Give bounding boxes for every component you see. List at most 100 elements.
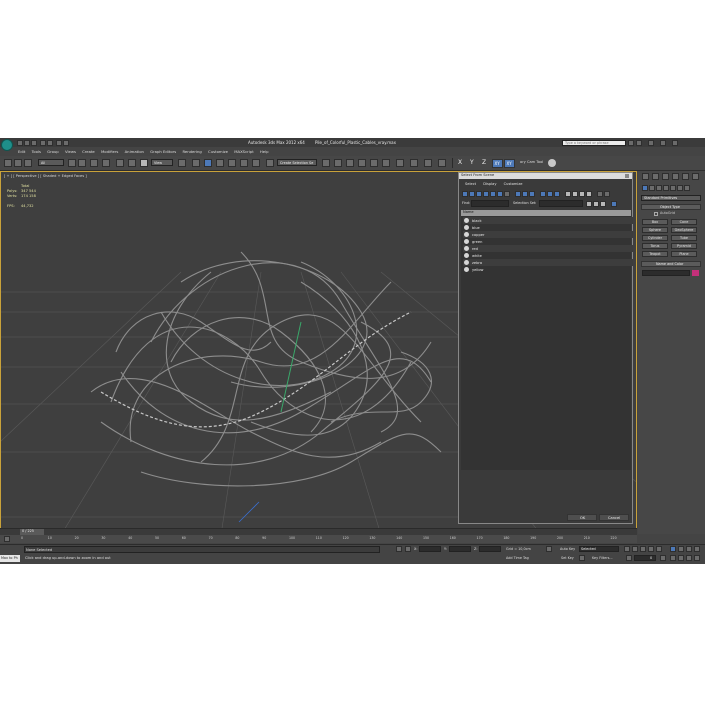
object-toggle[interactable]: [464, 253, 469, 258]
select-by-name-icon[interactable]: [78, 159, 86, 167]
filter-lights-icon[interactable]: [476, 191, 482, 197]
filter-options-icon[interactable]: [586, 191, 592, 197]
pivot-center-icon[interactable]: [178, 159, 186, 167]
filter-sort-icon[interactable]: [579, 191, 585, 197]
menu-modifiers[interactable]: Modifiers: [101, 149, 118, 154]
viewport-label[interactable]: [ + ] [ Perspective ] [ Shaded + Edged F…: [4, 174, 87, 179]
window-crossing-icon[interactable]: [102, 159, 110, 167]
track-bar[interactable]: 0 10 20 30 40 50 60 70 80 90 100 110 120 130 140 150 160…: [0, 535, 637, 543]
zoom-extents-icon[interactable]: [686, 546, 692, 552]
name-and-color-rollout[interactable]: Name and Color: [641, 261, 701, 267]
cameras-category-icon[interactable]: [663, 185, 669, 191]
helpers-category-icon[interactable]: [670, 185, 676, 191]
undo-icon[interactable]: [40, 139, 46, 146]
render-production-icon[interactable]: [438, 159, 446, 167]
y-coord-input[interactable]: [449, 546, 471, 552]
axis-xy-cycle-button[interactable]: XY: [504, 158, 515, 168]
axis-z-button[interactable]: Z: [482, 159, 486, 166]
cone-button[interactable]: Cone: [671, 219, 697, 225]
graphite-ribbon-icon[interactable]: [358, 159, 366, 167]
menu-graph-editors[interactable]: Graph Editors: [150, 149, 176, 154]
display-tab-icon[interactable]: [682, 173, 689, 180]
project-folder-icon[interactable]: [56, 139, 62, 146]
ok-button[interactable]: OK: [567, 514, 597, 521]
select-and-link-icon[interactable]: [4, 159, 12, 167]
edit-named-selection-icon[interactable]: [266, 159, 274, 167]
camera-tool-label[interactable]: ory Cam Tool: [520, 160, 543, 165]
lights-category-icon[interactable]: [656, 185, 662, 191]
list-item[interactable]: blue: [463, 224, 633, 231]
bind-space-warp-icon[interactable]: [24, 159, 32, 167]
open-file-icon[interactable]: [24, 139, 30, 146]
zoom-all-icon[interactable]: [678, 546, 684, 552]
object-toggle[interactable]: [464, 239, 469, 244]
rendered-frame-window-icon[interactable]: [424, 159, 432, 167]
create-tab-icon[interactable]: [642, 173, 649, 180]
keyboard-shortcut-override-icon[interactable]: [204, 159, 212, 167]
autogrid-checkbox[interactable]: [654, 212, 658, 216]
curve-editor-icon[interactable]: [370, 159, 378, 167]
object-name-input[interactable]: [642, 270, 690, 276]
layer-filter-select[interactable]: All: [38, 159, 64, 166]
menu-edit[interactable]: Edit: [18, 149, 25, 154]
zoom-icon[interactable]: [670, 546, 676, 552]
box-button[interactable]: Box: [642, 219, 668, 225]
pan-view-icon[interactable]: [678, 555, 684, 561]
filter-invert-icon[interactable]: [572, 191, 578, 197]
go-to-start-icon[interactable]: [624, 546, 630, 552]
dialog-close-icon[interactable]: [625, 174, 629, 178]
search-icon[interactable]: [628, 139, 634, 146]
axis-y-button[interactable]: Y: [470, 159, 474, 166]
spacewarps-category-icon[interactable]: [677, 185, 683, 191]
select-and-rotate-icon[interactable]: [128, 159, 136, 167]
selection-region-icon[interactable]: [90, 159, 98, 167]
cancel-button[interactable]: Cancel: [599, 514, 629, 521]
filter-geometry-icon[interactable]: [462, 191, 468, 197]
time-configuration-icon[interactable]: [660, 555, 666, 561]
angle-snap-icon[interactable]: [228, 159, 236, 167]
maxscript-listener[interactable]: Max to Ph: [0, 555, 20, 562]
new-file-icon[interactable]: [17, 139, 23, 146]
select-and-scale-icon[interactable]: [140, 159, 148, 167]
hierarchy-tab-icon[interactable]: [662, 173, 669, 180]
select-manipulate-icon[interactable]: [192, 159, 200, 167]
object-type-rollout[interactable]: Object Type: [641, 204, 701, 210]
filter-funnel-icon[interactable]: [597, 191, 603, 197]
select-dependents-icon[interactable]: [593, 200, 599, 207]
help-icon[interactable]: [636, 139, 642, 146]
zoom-extents-all-icon[interactable]: [694, 546, 700, 552]
menu-animation[interactable]: Animation: [125, 149, 144, 154]
utilities-tab-icon[interactable]: [692, 173, 699, 180]
mirror-icon[interactable]: [322, 159, 330, 167]
object-toggle[interactable]: [464, 267, 469, 272]
plane-button[interactable]: Plane: [671, 251, 697, 257]
menu-rendering[interactable]: Rendering: [182, 149, 201, 154]
sphere-button[interactable]: Sphere: [642, 227, 668, 233]
list-item[interactable]: yellow: [463, 266, 633, 273]
dialog-menu-customize[interactable]: Customize: [504, 182, 523, 186]
save-file-icon[interactable]: [31, 139, 37, 146]
select-and-move-icon[interactable]: [116, 159, 124, 167]
previous-frame-icon[interactable]: [632, 546, 638, 552]
selection-set-select[interactable]: [539, 200, 583, 207]
geosphere-button[interactable]: GeoSphere: [671, 227, 697, 233]
filter-settings-icon[interactable]: [604, 191, 610, 197]
filter-helpers-icon[interactable]: [490, 191, 496, 197]
list-item[interactable]: red: [463, 245, 633, 252]
quick-access-dropdown-icon[interactable]: [63, 139, 69, 146]
teapot-button[interactable]: Teapot: [642, 251, 668, 257]
menu-help[interactable]: Help: [260, 149, 269, 154]
app-logo-icon[interactable]: [1, 139, 13, 151]
key-mode-toggle-icon[interactable]: [626, 555, 632, 561]
minimize-icon[interactable]: [648, 139, 654, 146]
named-selection-set-select[interactable]: Create Selection Se: [277, 159, 317, 166]
add-time-tag-button[interactable]: Add Time Tag: [506, 556, 529, 560]
list-item[interactable]: zebra: [463, 259, 633, 266]
spinner-snap-icon[interactable]: [252, 159, 260, 167]
motion-tab-icon[interactable]: [672, 173, 679, 180]
object-color-swatch[interactable]: [692, 270, 699, 276]
sync-selection-icon[interactable]: [586, 200, 592, 207]
filter-xrefs-icon[interactable]: [515, 191, 521, 197]
object-toggle[interactable]: [464, 232, 469, 237]
dialog-menu-display[interactable]: Display: [483, 182, 496, 186]
